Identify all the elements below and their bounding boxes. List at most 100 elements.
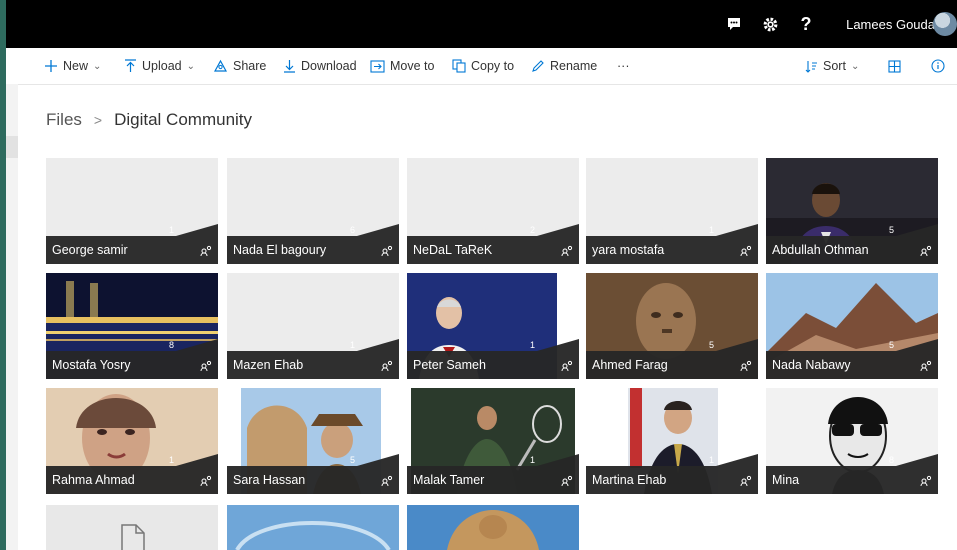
folder-tile[interactable]: 6 Nada El bagoury [227, 158, 399, 264]
move-icon [370, 59, 385, 73]
chat-icon [728, 18, 740, 30]
folder-tile[interactable]: 5 Abdullah Othman [766, 158, 938, 264]
upload-icon [125, 59, 136, 72]
left-nav-rail [6, 84, 18, 550]
feedback-button[interactable] [720, 10, 748, 38]
folder-name: Martina Ehab [592, 473, 667, 487]
gear-icon [763, 17, 777, 31]
info-icon [931, 59, 945, 73]
file-thumbnail-image [227, 505, 399, 550]
upload-label: Upload [142, 59, 182, 73]
item-count: 6 [349, 225, 355, 235]
count-tab [176, 339, 218, 351]
file-tile[interactable] [407, 505, 579, 550]
folder-tile[interactable]: 1 Peter Sameh [407, 273, 579, 379]
item-count: 8 [168, 340, 174, 350]
folder-tile[interactable]: 1 Mazen Ehab [227, 273, 399, 379]
copy-to-label: Copy to [471, 59, 515, 73]
item-count: 5 [888, 340, 894, 350]
file-tile[interactable] [227, 505, 399, 550]
folder-tile[interactable]: 1 Malak Tamer [407, 388, 579, 494]
item-count: 1 [168, 455, 174, 465]
breadcrumb-separator: > [93, 112, 103, 128]
folder-name: Sara Hassan [233, 473, 306, 487]
count-tab [176, 454, 218, 466]
count-tab [357, 339, 399, 351]
user-name[interactable]: Lamees Gouda [846, 17, 935, 32]
move-to-label: Move to [390, 59, 435, 73]
folder-tile[interactable]: 8 Mina [766, 388, 938, 494]
count-tab [896, 339, 938, 351]
folder-tile[interactable]: 1 yara mostafa [586, 158, 758, 264]
folder-tile[interactable]: 2 NeDaL TaReK [407, 158, 579, 264]
breadcrumb-root[interactable]: Files [46, 110, 82, 130]
folder-tile[interactable]: 1 Rahma Ahmad [46, 388, 218, 494]
avatar[interactable] [933, 12, 957, 36]
folder-name: Malak Tamer [413, 473, 485, 487]
folder-tile[interactable]: 1 George samir [46, 158, 218, 264]
shared-people-icon [740, 245, 752, 257]
folder-name: Mina [772, 473, 800, 487]
shared-people-icon [561, 360, 573, 372]
file-thumbnail-image [407, 505, 579, 550]
folder-name: Mostafa Yosry [52, 358, 131, 372]
item-count: 1 [708, 455, 714, 465]
item-count: 1 [708, 225, 714, 235]
document-icon [121, 524, 145, 550]
shared-people-icon [381, 245, 393, 257]
item-count: 5 [349, 455, 355, 465]
upload-button[interactable]: Upload ⌄ [124, 48, 195, 84]
chevron-down-icon: ⌄ [850, 60, 860, 72]
command-bar: New ⌄ Upload ⌄ Share Download Move to Co… [6, 48, 957, 85]
folder-name: Nada El bagoury [233, 243, 327, 257]
settings-button[interactable] [756, 10, 784, 38]
chevron-down-icon: ⌄ [186, 60, 196, 72]
plus-icon [45, 60, 57, 72]
help-button[interactable]: ? [792, 10, 820, 38]
nav-rail-marker[interactable] [6, 136, 18, 158]
folder-tile[interactable]: 5 Sara Hassan [227, 388, 399, 494]
shared-people-icon [200, 245, 212, 257]
more-button[interactable]: ··· [617, 48, 630, 84]
folder-tile[interactable]: 5 Nada Nabawy [766, 273, 938, 379]
count-tab [537, 454, 579, 466]
folder-tile[interactable]: 8 Mostafa Yosry [46, 273, 218, 379]
shared-people-icon [561, 245, 573, 257]
shared-people-icon [561, 475, 573, 487]
new-label: New [63, 59, 89, 73]
rename-button[interactable]: Rename [531, 48, 597, 84]
folder-name: yara mostafa [592, 243, 665, 257]
sort-button[interactable]: Sort ⌄ [805, 48, 859, 84]
shared-people-icon [920, 245, 932, 257]
count-tab [537, 224, 579, 236]
count-tab [357, 454, 399, 466]
share-label: Share [233, 59, 267, 73]
folder-name: NeDaL TaReK [413, 243, 493, 257]
new-button[interactable]: New ⌄ [44, 48, 101, 84]
folder-tile[interactable]: 1 Martina Ehab [586, 388, 758, 494]
folder-name: Rahma Ahmad [52, 473, 135, 487]
shared-people-icon [381, 475, 393, 487]
file-tile[interactable] [46, 505, 218, 550]
sort-label: Sort [823, 59, 846, 73]
copy-to-button[interactable]: Copy to [452, 48, 514, 84]
count-tab [716, 224, 758, 236]
shared-people-icon [200, 360, 212, 372]
download-button[interactable]: Download [283, 48, 357, 84]
copy-icon [452, 59, 466, 73]
item-count: 1 [349, 340, 355, 350]
count-tab [896, 454, 938, 466]
shared-people-icon [200, 475, 212, 487]
view-options-button[interactable] [888, 48, 901, 84]
item-count: 1 [168, 225, 174, 235]
shared-people-icon [920, 475, 932, 487]
folder-name: Mazen Ehab [233, 358, 304, 372]
item-count: 1 [529, 455, 535, 465]
details-pane-button[interactable] [931, 48, 945, 84]
grid-view-icon [888, 59, 901, 73]
chevron-down-icon: ⌄ [93, 60, 102, 72]
move-to-button[interactable]: Move to [370, 48, 434, 84]
share-button[interactable]: Share [213, 48, 266, 84]
pencil-icon [532, 60, 544, 72]
folder-tile[interactable]: 5 Ahmed Farag [586, 273, 758, 379]
